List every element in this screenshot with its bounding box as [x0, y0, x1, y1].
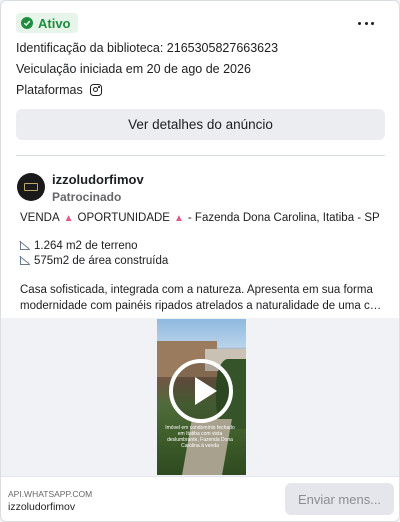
instagram-icon — [89, 84, 102, 96]
more-options-icon[interactable] — [355, 15, 377, 31]
footer-advertiser-name: izzoludorfimov — [8, 501, 76, 513]
triangular-ruler-icon — [20, 256, 30, 265]
description-line: modernidade com painéis ripados atrelado… — [20, 300, 382, 312]
ad-description: Casa sofisticada, integrada com a nature… — [20, 282, 382, 314]
triangular-ruler-icon — [20, 241, 30, 250]
platforms-label: Plataformas — [16, 83, 83, 97]
headline-part-sale: VENDA — [20, 212, 60, 224]
headline-part-opportunity: OPORTUNIDADE — [77, 212, 170, 224]
headline-part-location: - Fazenda Dona Carolina, Itatiba - SP — [187, 212, 380, 224]
status-row: Ativo — [16, 13, 78, 33]
pushpin-icon: ▲ — [63, 213, 74, 224]
run-started-date: Veiculação iniciada em 20 de ago de 2026 — [16, 62, 251, 76]
description-line: Casa sofisticada, integrada com a nature… — [20, 284, 373, 296]
pushpin-icon: ▲ — [173, 213, 184, 224]
status-badge: Ativo — [16, 13, 78, 33]
see-ad-details-button[interactable]: Ver detalhes do anúncio — [16, 109, 385, 140]
send-message-button[interactable]: Enviar mens... — [285, 483, 394, 515]
feature-built-area: 575m2 de área construída — [34, 255, 169, 267]
platforms-row: Plataformas — [16, 83, 102, 97]
video-caption: Imóvel em condomínio fechado em Itatiba … — [165, 425, 235, 449]
divider — [1, 476, 399, 477]
library-id: Identificação da biblioteca: 21653058276… — [16, 41, 279, 55]
feature-line: 1.264 m2 de terreno — [20, 240, 138, 252]
ad-card: Ativo Identificação da biblioteca: 21653… — [0, 0, 400, 522]
advertiser-name[interactable]: izzoludorfimov — [52, 172, 144, 187]
link-domain: API.WHATSAPP.COM — [8, 489, 93, 499]
sponsored-label: Patrocinado — [52, 190, 122, 204]
feature-line: 575m2 de área construída — [20, 255, 168, 267]
divider — [16, 155, 385, 156]
ad-headline: VENDA ▲ OPORTUNIDADE ▲ - Fazenda Dona Caroli… — [20, 212, 380, 224]
check-circle-icon — [21, 17, 33, 29]
status-label: Ativo — [38, 15, 71, 31]
avatar[interactable] — [17, 173, 45, 201]
play-icon[interactable] — [169, 359, 233, 423]
feature-land-area: 1.264 m2 de terreno — [34, 240, 138, 252]
